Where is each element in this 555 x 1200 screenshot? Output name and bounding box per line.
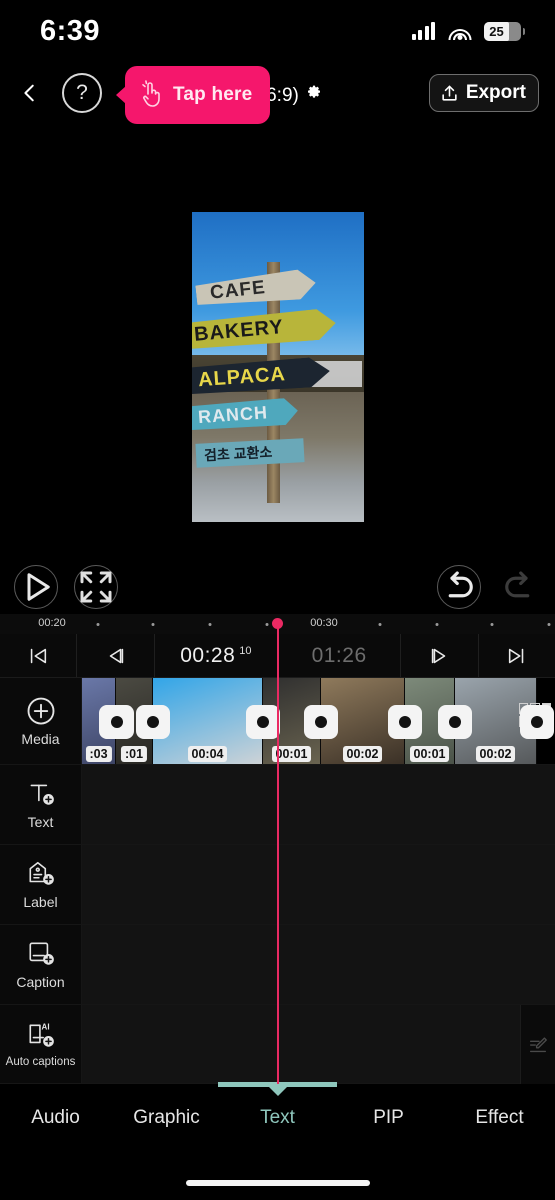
tap-here-tooltip[interactable]: Tap here (116, 66, 270, 124)
redo-icon (505, 571, 530, 598)
plus-circle-icon (26, 696, 56, 726)
clip-trim-handle[interactable] (438, 705, 472, 739)
bottom-tab-bar: Audio Graphic Text PIP Effect (0, 1087, 555, 1149)
ruler-label: 00:30 (310, 617, 338, 629)
video-editor-screen: 6:39 25 ? 여행 (16:9) Export (0, 0, 555, 1200)
video-preview[interactable]: CAFE BAKERY ALPACA RANCH 검초 교환소 (6, 212, 549, 522)
current-time: 00:28 (180, 643, 236, 667)
fullscreen-button[interactable] (74, 565, 118, 609)
clip-duration: 00:01 (409, 746, 450, 762)
ruler-tick (547, 623, 551, 626)
track-label-caption: Caption (16, 974, 65, 990)
sidebar-item-media[interactable]: Media (0, 678, 82, 764)
clip-duration: 00:02 (342, 746, 383, 762)
track-label-auto-captions: Auto captions (5, 1055, 76, 1068)
track-label-text: Text (27, 814, 54, 830)
step-back-icon (109, 648, 123, 663)
clip-trim-handle[interactable] (246, 705, 280, 739)
upload-icon (442, 85, 457, 101)
edit-pencil-icon (529, 1036, 547, 1052)
status-clock: 6:39 (40, 14, 101, 47)
tab-audio[interactable]: Audio (0, 1087, 111, 1149)
playhead-line (277, 620, 279, 1084)
clip-duration: 00:04 (187, 746, 228, 762)
tooltip-label: Tap here (173, 84, 253, 105)
ruler-tick (265, 623, 269, 626)
home-indicator (185, 1180, 370, 1186)
playhead-knob[interactable] (272, 618, 283, 629)
media-track-body[interactable]: :03:01 00:04 00:01 00:02 00:01 00:02 (82, 678, 555, 764)
label-add-icon (26, 859, 56, 889)
clip-duration: 00:02 (475, 746, 516, 762)
tab-graphic[interactable]: Graphic (111, 1087, 222, 1149)
status-bar: 6:39 25 (0, 0, 555, 62)
tab-pip[interactable]: PIP (333, 1087, 444, 1149)
cellular-signal-icon (411, 22, 435, 40)
export-label: Export (465, 82, 526, 103)
clip-trim-handle[interactable] (388, 705, 422, 739)
clip-trim-handle[interactable] (304, 705, 338, 739)
label-track-body[interactable] (82, 845, 555, 924)
clip-duration: :03 (85, 746, 112, 762)
track-label-label: Label (23, 894, 58, 910)
skip-to-end-button[interactable] (479, 634, 555, 677)
preview-controls (0, 526, 555, 612)
caption-add-icon (26, 939, 56, 969)
caption-track-body[interactable] (82, 925, 555, 1004)
battery-icon: 25 (484, 21, 525, 41)
step-back-button[interactable] (77, 634, 155, 677)
ruler-tick (435, 623, 439, 626)
clip-trim-handle[interactable] (136, 705, 170, 739)
fullscreen-expand-icon (80, 571, 112, 603)
ai-caption-add-icon: AI (26, 1021, 56, 1051)
step-forward-icon (432, 648, 446, 663)
clip-trim-handle[interactable] (100, 705, 134, 739)
sidebar-item-caption[interactable]: Caption (0, 925, 82, 1004)
preview-frame: CAFE BAKERY ALPACA RANCH 검초 교환소 (191, 212, 364, 522)
wifi-icon (448, 23, 471, 40)
play-icon (27, 573, 50, 601)
back-button[interactable] (0, 62, 60, 124)
total-time: 01:26 (311, 643, 367, 667)
redo-button[interactable] (497, 565, 541, 609)
current-time-display[interactable]: 00:28 10 (155, 634, 278, 677)
status-indicators: 25 (411, 21, 525, 41)
skip-to-start-icon (30, 648, 47, 663)
tab-effect[interactable]: Effect (444, 1087, 555, 1149)
export-button[interactable]: Export (428, 74, 539, 112)
text-add-icon (26, 779, 56, 809)
tab-text[interactable]: Text (222, 1087, 333, 1149)
tap-hand-icon (142, 80, 160, 107)
skip-to-start-button[interactable] (0, 634, 78, 677)
undo-icon (448, 571, 473, 598)
text-track-body[interactable] (82, 765, 555, 844)
clip-trim-handle[interactable] (520, 705, 554, 739)
ruler-label: 00:20 (38, 617, 66, 629)
auto-captions-track-body[interactable] (82, 1005, 555, 1083)
step-forward-button[interactable] (401, 634, 479, 677)
undo-button[interactable] (437, 565, 481, 609)
ruler-tick (208, 623, 212, 626)
sidebar-item-text[interactable]: Text (0, 765, 82, 844)
ruler-tick (490, 623, 494, 626)
app-header: ? 여행 (16:9) Export (0, 62, 555, 124)
help-button[interactable]: ? (62, 73, 102, 113)
current-frame: 10 (239, 644, 252, 657)
ruler-tick (96, 623, 100, 626)
ruler-tick (378, 623, 382, 626)
clip-duration: :01 (120, 746, 148, 762)
battery-percent: 25 (489, 23, 504, 39)
sidebar-item-auto-captions[interactable]: AI Auto captions (0, 1005, 82, 1083)
track-label-media: Media (21, 730, 60, 747)
chevron-left-icon (24, 84, 34, 102)
total-time-display: 01:26 (278, 634, 402, 677)
gear-icon[interactable] (306, 85, 322, 101)
sidebar-item-label[interactable]: Label (0, 845, 82, 924)
play-button[interactable] (14, 565, 58, 609)
edit-pencil-button[interactable] (520, 1005, 555, 1084)
svg-text:AI: AI (41, 1022, 49, 1031)
ruler-tick (151, 623, 155, 626)
skip-to-end-icon (508, 648, 524, 663)
